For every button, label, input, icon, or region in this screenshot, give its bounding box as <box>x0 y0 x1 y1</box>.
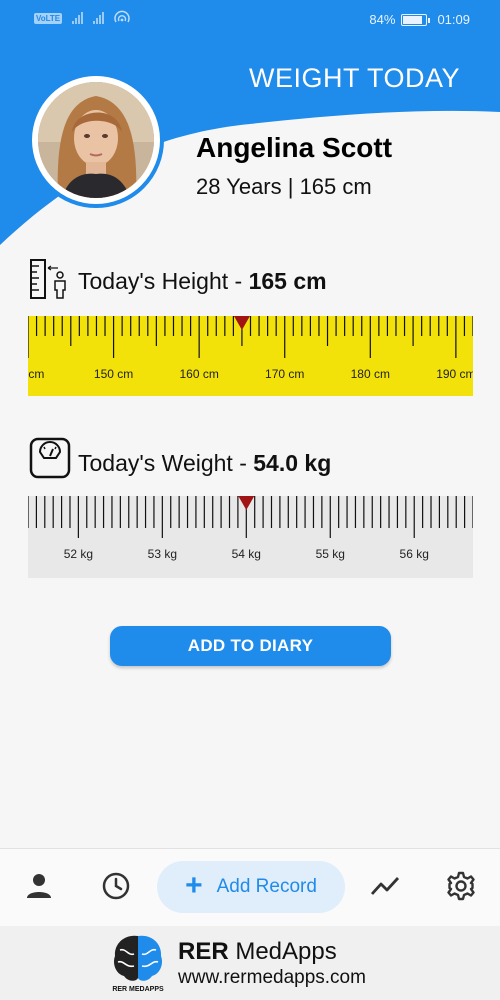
add-record-button[interactable]: + Add Record <box>157 861 345 913</box>
avatar-frame[interactable] <box>28 72 164 208</box>
profile-icon[interactable] <box>24 871 54 901</box>
ruler-tick-label: 150 cm <box>94 367 133 381</box>
height-label: Today's Height - 165 cm <box>78 268 327 295</box>
scale-icon <box>29 437 71 479</box>
bottom-nav: + Add Record <box>0 848 500 926</box>
user-details: 28 Years | 165 cm <box>196 174 372 199</box>
ruler-tick-label: 160 cm <box>179 367 218 381</box>
user-name: Angelina Scott <box>196 132 393 163</box>
height-value: 165 cm <box>248 268 327 294</box>
branding-footer: RER MEDAPPS RER MedApps www.rermedapps.c… <box>0 926 500 1000</box>
battery-icon <box>401 13 431 26</box>
weight-ruler-svg[interactable]: 52 kg 53 kg 54 kg 55 kg 56 kg <box>28 496 473 578</box>
signal-icon <box>72 12 84 24</box>
brand-name-rest: MedApps <box>228 938 337 965</box>
weight-label: Today's Weight - 54.0 kg <box>78 450 331 477</box>
height-measure-icon <box>30 259 66 299</box>
page-title: WEIGHT TODAY <box>248 63 460 93</box>
ruler-tick-label: 190 cm <box>436 367 473 381</box>
ruler-tick-label: 56 kg <box>400 547 429 561</box>
ruler-tick-label: 54 kg <box>232 547 261 561</box>
weight-ruler[interactable]: 52 kg 53 kg 54 kg 55 kg 56 kg <box>28 496 473 578</box>
ruler-tick-label: 53 kg <box>148 547 177 561</box>
brand-url: www.rermedapps.com <box>178 967 366 988</box>
weight-label-prefix: Today's Weight - <box>78 450 254 476</box>
signal-icon-2 <box>93 12 105 24</box>
brand-name: RER MedApps <box>178 938 337 966</box>
ruler-tick-label: 52 kg <box>64 547 93 561</box>
ruler-tick-label: 40 cm <box>28 367 44 381</box>
hotspot-icon <box>114 10 130 23</box>
height-ruler[interactable]: 40 cm 150 cm 160 cm 170 cm 180 cm 190 cm <box>28 316 473 396</box>
volte-badge: VoLTE <box>34 13 63 24</box>
battery-percent: 84% <box>369 12 396 27</box>
status-left: VoLTE <box>34 10 130 24</box>
avatar[interactable] <box>38 82 154 198</box>
settings-icon[interactable] <box>446 871 476 901</box>
ruler-tick-label: 180 cm <box>351 367 390 381</box>
clock: 01:09 <box>437 12 470 27</box>
weight-value: 54.0 kg <box>253 450 332 476</box>
trend-icon[interactable] <box>370 871 400 901</box>
status-right: 84% 01:09 <box>369 12 470 27</box>
add-record-label: Add Record <box>216 876 317 897</box>
status-bar: VoLTE 84% 01:09 <box>0 0 500 40</box>
height-label-prefix: Today's Height - <box>78 268 249 294</box>
history-icon[interactable] <box>101 871 131 901</box>
height-ruler-svg[interactable]: 40 cm 150 cm 160 cm 170 cm 180 cm 190 cm <box>28 316 473 396</box>
ruler-tick-label: 55 kg <box>316 547 345 561</box>
brand-name-bold: RER <box>178 938 229 965</box>
ruler-tick-label: 170 cm <box>265 367 304 381</box>
logo-text: RER MEDAPPS <box>112 986 164 993</box>
rer-medapps-logo: RER MEDAPPS <box>112 935 164 993</box>
add-to-diary-button[interactable]: ADD TO DIARY <box>110 626 391 666</box>
avatar-photo <box>38 82 154 198</box>
plus-icon: + <box>185 869 203 902</box>
